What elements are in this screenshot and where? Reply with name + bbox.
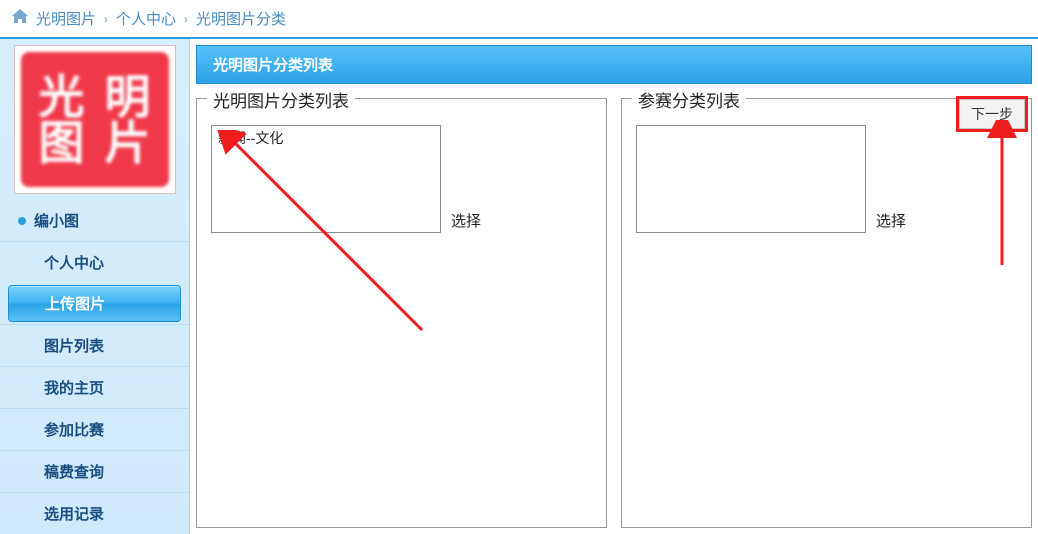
select-button[interactable]: 选择 [876,210,906,233]
category-listbox[interactable]: 新闻--文化 [211,125,441,233]
breadcrumb-item-2[interactable]: 个人中心 [116,8,176,29]
user-name: 编小图 [0,206,189,241]
content-header: 光明图片分类列表 [196,45,1032,84]
contest-panel-legend: 参赛分类列表 [632,87,746,112]
select-button[interactable]: 选择 [451,210,481,233]
logo-image: 光明 图片 [21,52,169,187]
contest-panel: 参赛分类列表 选择 [621,98,1032,528]
chevron-right-icon: › [184,12,188,26]
next-button[interactable]: 下一步 [956,96,1028,132]
sidebar: 光明 图片 编小图 个人中心 上传图片 图片列表 我的主页 参加比赛 稿费查询 … [0,39,190,534]
breadcrumb-item-1[interactable]: 光明图片 [36,8,96,29]
contest-listbox[interactable] [636,125,866,233]
user-name-label: 编小图 [34,210,79,231]
sidebar-menu: 个人中心 上传图片 图片列表 我的主页 参加比赛 稿费查询 选用记录 [0,241,189,534]
bullet-icon [18,217,26,225]
list-item[interactable]: 新闻--文化 [212,126,440,150]
chevron-right-icon: › [104,12,108,26]
sidebar-item-image-list[interactable]: 图片列表 [0,324,189,366]
sidebar-item-fee-query[interactable]: 稿费查询 [0,450,189,492]
sidebar-item-personal-center[interactable]: 个人中心 [0,241,189,283]
breadcrumb-item-3[interactable]: 光明图片分类 [196,8,286,29]
breadcrumb: 光明图片 › 个人中心 › 光明图片分类 [0,0,1038,37]
sidebar-item-upload-image[interactable]: 上传图片 [8,285,181,322]
content-area: 光明图片分类列表 光明图片分类列表 新闻--文化 选择 参赛分类列表 选择 下 [190,39,1038,534]
sidebar-item-usage-records[interactable]: 选用记录 [0,492,189,534]
category-panel: 光明图片分类列表 新闻--文化 选择 [196,98,607,528]
sidebar-item-my-homepage[interactable]: 我的主页 [0,366,189,408]
logo-box: 光明 图片 [14,45,176,194]
sidebar-item-join-contest[interactable]: 参加比赛 [0,408,189,450]
home-icon [12,9,28,28]
category-panel-legend: 光明图片分类列表 [207,87,355,112]
